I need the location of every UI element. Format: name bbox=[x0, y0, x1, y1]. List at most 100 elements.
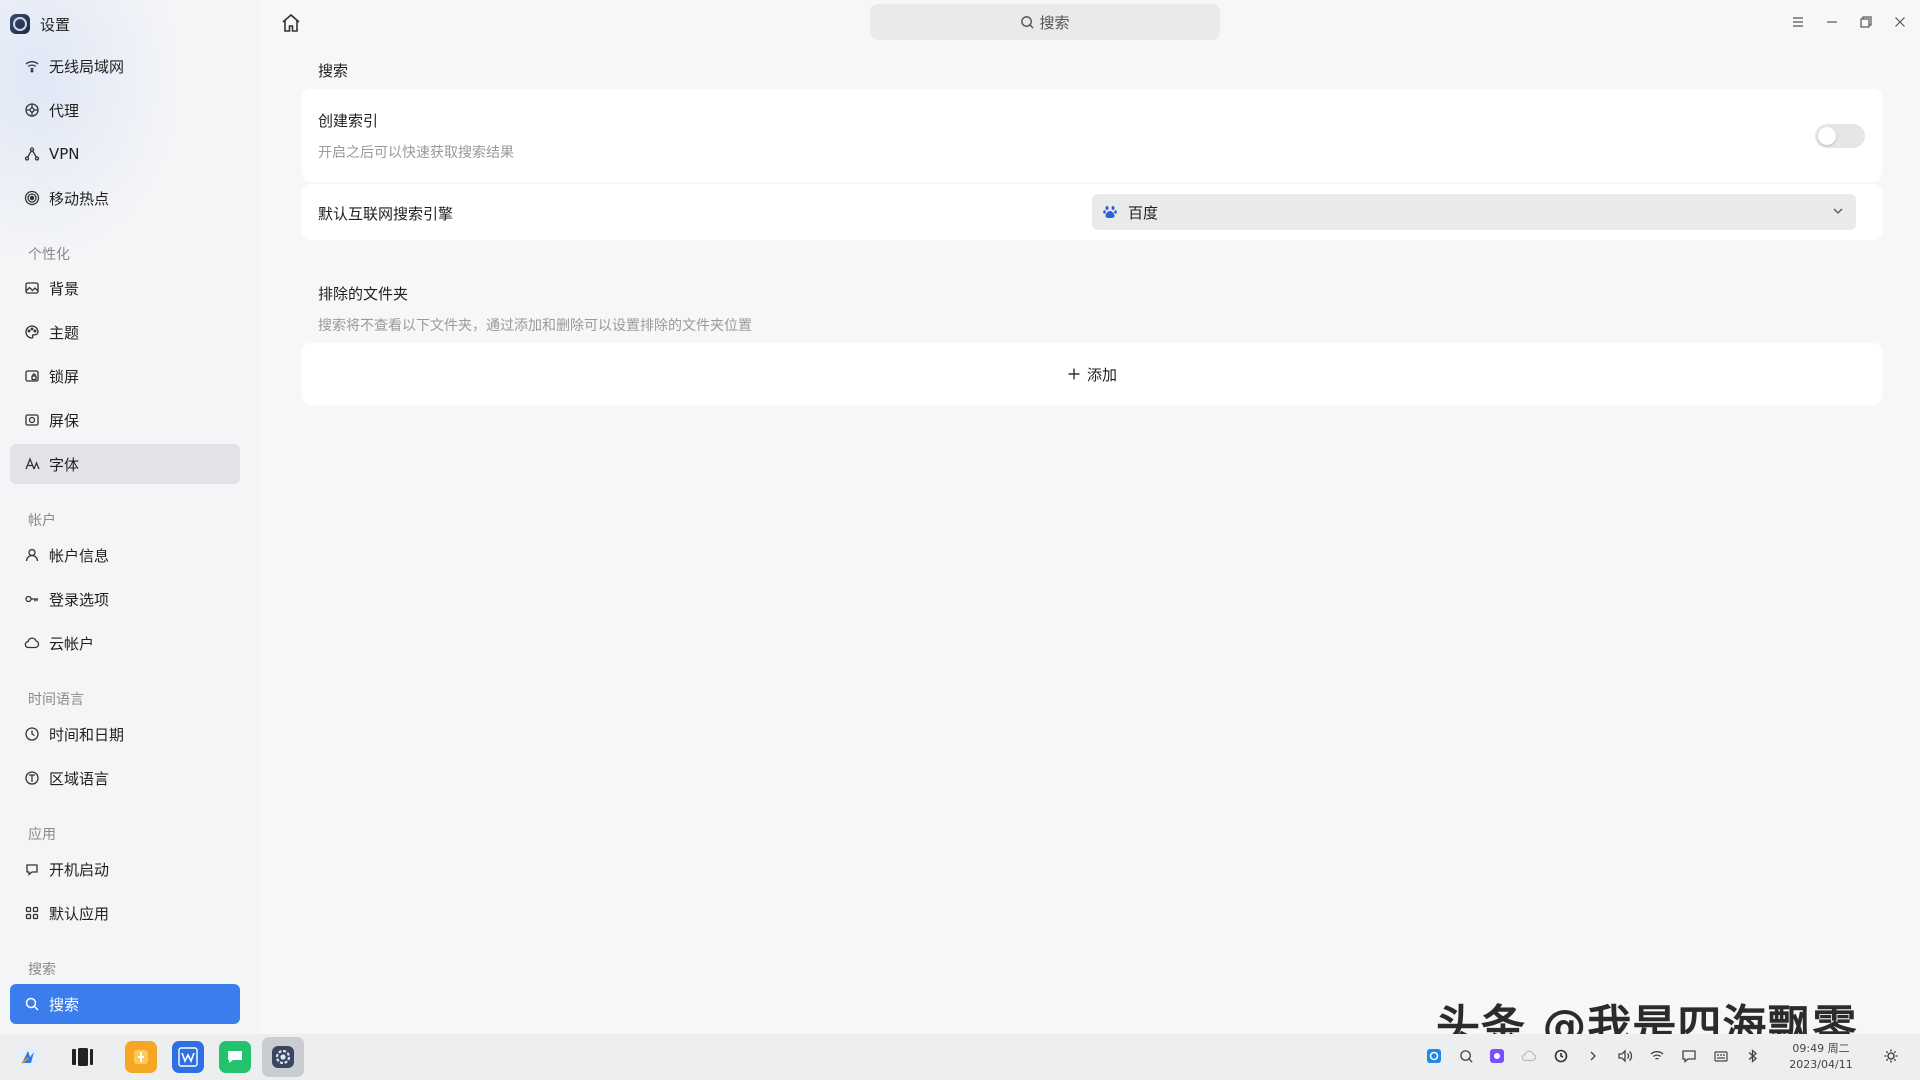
sidebar-item-label: 无线局域网 bbox=[49, 57, 125, 76]
sidebar-item-startup[interactable]: 开机启动 bbox=[10, 849, 240, 889]
wps-icon bbox=[178, 1047, 198, 1067]
tray-bluetooth-button[interactable] bbox=[1744, 1046, 1762, 1066]
home-button[interactable] bbox=[278, 10, 304, 36]
tray-cloud-icon[interactable] bbox=[1520, 1046, 1538, 1066]
sidebar-item-cloud-account[interactable]: 云帐户 bbox=[10, 623, 240, 663]
message-icon bbox=[1682, 1050, 1696, 1063]
tray-app-icon-2[interactable] bbox=[1488, 1046, 1506, 1066]
sidebar-item-wifi[interactable]: 无线局域网 bbox=[10, 46, 240, 86]
default-engine-label: 默认互联网搜索引擎 bbox=[318, 205, 454, 223]
settings-app-button[interactable] bbox=[262, 1037, 304, 1077]
sidebar-item-lock-screen[interactable]: 锁屏 bbox=[10, 356, 240, 396]
startup-icon bbox=[24, 861, 40, 877]
sidebar-item-label: 背景 bbox=[49, 279, 80, 298]
add-folder-label: 添加 bbox=[1086, 365, 1117, 384]
sidebar-item-label: VPN bbox=[49, 145, 80, 163]
sidebar-item-label: 主题 bbox=[49, 323, 80, 342]
sidebar-item-label: 移动热点 bbox=[49, 189, 110, 208]
section-label-account: 帐户 bbox=[28, 513, 56, 529]
sidebar-item-region-language[interactable]: 区域语言 bbox=[10, 758, 240, 798]
home-icon bbox=[282, 13, 300, 32]
screensaver-icon bbox=[24, 412, 40, 428]
tray-expand-button[interactable] bbox=[1584, 1046, 1602, 1066]
clock-icon bbox=[24, 726, 40, 742]
volume-icon bbox=[1618, 1049, 1633, 1063]
sidebar-item-font[interactable]: 字体 bbox=[10, 444, 240, 484]
cloud-icon bbox=[1521, 1050, 1537, 1062]
file-manager-app-button[interactable] bbox=[125, 1041, 157, 1073]
sidebar-item-background[interactable]: 背景 bbox=[10, 268, 240, 308]
folder-app-icon bbox=[134, 1050, 148, 1064]
tray-sync-icon[interactable] bbox=[1552, 1046, 1570, 1066]
chevron-right-icon bbox=[1590, 1051, 1596, 1061]
hotspot-icon bbox=[24, 190, 40, 206]
wps-app-button[interactable] bbox=[172, 1041, 204, 1073]
app-title: 设置 bbox=[40, 15, 71, 34]
proxy-icon bbox=[24, 102, 40, 118]
minimize-button[interactable] bbox=[1822, 12, 1842, 32]
create-index-toggle[interactable] bbox=[1815, 124, 1865, 148]
settings-gear-icon bbox=[272, 1046, 294, 1068]
sidebar-item-theme[interactable]: 主题 bbox=[10, 312, 240, 352]
sidebar-item-label: 开机启动 bbox=[49, 860, 110, 879]
search-engine-value: 百度 bbox=[1128, 203, 1159, 222]
taskbar-date: 2023/04/11 bbox=[1789, 1058, 1853, 1071]
minimize-icon bbox=[1827, 21, 1837, 23]
tray-blue-app-icon bbox=[1427, 1049, 1441, 1063]
tray-brightness-button[interactable] bbox=[1882, 1046, 1900, 1066]
search-section-title: 搜索 bbox=[318, 62, 349, 80]
tray-network-button[interactable] bbox=[1648, 1046, 1666, 1066]
sidebar-item-label: 云帐户 bbox=[49, 634, 95, 653]
sidebar: 设置 无线局域网 代理 VPN 移动热点 个性化 背景 主题 锁屏 屏保 字体 … bbox=[0, 0, 260, 1034]
sidebar-item-account-info[interactable]: 帐户信息 bbox=[10, 535, 240, 575]
restore-button[interactable] bbox=[1856, 12, 1876, 32]
grid-icon bbox=[24, 905, 40, 921]
add-folder-button[interactable]: 添加 bbox=[302, 343, 1882, 405]
search-icon bbox=[1021, 15, 1035, 29]
sidebar-item-label: 区域语言 bbox=[49, 769, 110, 788]
lock-screen-icon bbox=[24, 368, 40, 384]
search-input[interactable]: 搜索 bbox=[870, 4, 1220, 40]
sidebar-item-search[interactable]: 搜索 bbox=[10, 984, 240, 1024]
image-icon bbox=[24, 280, 40, 296]
sidebar-item-label: 字体 bbox=[49, 455, 80, 474]
tray-input-method-button[interactable] bbox=[1712, 1046, 1730, 1066]
sidebar-item-hotspot[interactable]: 移动热点 bbox=[10, 178, 240, 218]
sidebar-item-vpn[interactable]: VPN bbox=[10, 134, 240, 174]
messaging-app-button[interactable] bbox=[219, 1041, 251, 1073]
tray-volume-button[interactable] bbox=[1616, 1046, 1634, 1066]
tray-search-button[interactable] bbox=[1457, 1046, 1475, 1066]
sidebar-item-label: 搜索 bbox=[49, 995, 80, 1014]
menu-icon bbox=[1793, 17, 1803, 27]
excluded-folders-description: 搜索将不查看以下文件夹，通过添加和删除可以设置排除的文件夹位置 bbox=[318, 318, 752, 334]
multitask-view-button[interactable] bbox=[66, 1041, 98, 1073]
sidebar-item-label: 时间和日期 bbox=[49, 725, 125, 744]
create-index-title: 创建索引 bbox=[318, 112, 379, 130]
multitask-icon bbox=[72, 1048, 93, 1066]
start-menu-button[interactable] bbox=[12, 1041, 44, 1073]
sidebar-item-label: 屏保 bbox=[49, 411, 80, 430]
close-button[interactable] bbox=[1890, 12, 1910, 32]
search-engine-select[interactable]: 百度 bbox=[1092, 194, 1856, 230]
vpn-icon bbox=[24, 146, 40, 162]
search-icon bbox=[24, 996, 40, 1012]
tray-notification-button[interactable] bbox=[1680, 1046, 1698, 1066]
taskbar-time: 09:49 周二 bbox=[1792, 1042, 1850, 1055]
palette-icon bbox=[24, 324, 40, 340]
search-placeholder: 搜索 bbox=[1039, 13, 1070, 32]
sidebar-item-proxy[interactable]: 代理 bbox=[10, 90, 240, 130]
font-icon bbox=[24, 456, 40, 472]
sidebar-item-screensaver[interactable]: 屏保 bbox=[10, 400, 240, 440]
settings-app-icon bbox=[10, 14, 30, 34]
bluetooth-icon bbox=[1748, 1049, 1757, 1063]
sidebar-item-label: 锁屏 bbox=[49, 367, 80, 386]
tray-app-icon-1[interactable] bbox=[1425, 1046, 1443, 1066]
kylin-logo-icon bbox=[16, 1045, 40, 1069]
taskbar-clock[interactable]: 09:49 周二 2023/04/11 bbox=[1778, 1041, 1864, 1073]
sidebar-item-default-apps[interactable]: 默认应用 bbox=[10, 893, 240, 933]
key-icon bbox=[24, 591, 40, 607]
sidebar-item-date-time[interactable]: 时间和日期 bbox=[10, 714, 240, 754]
menu-button[interactable] bbox=[1788, 12, 1808, 32]
app-title-bar: 设置 bbox=[10, 12, 70, 36]
sidebar-item-login-options[interactable]: 登录选项 bbox=[10, 579, 240, 619]
